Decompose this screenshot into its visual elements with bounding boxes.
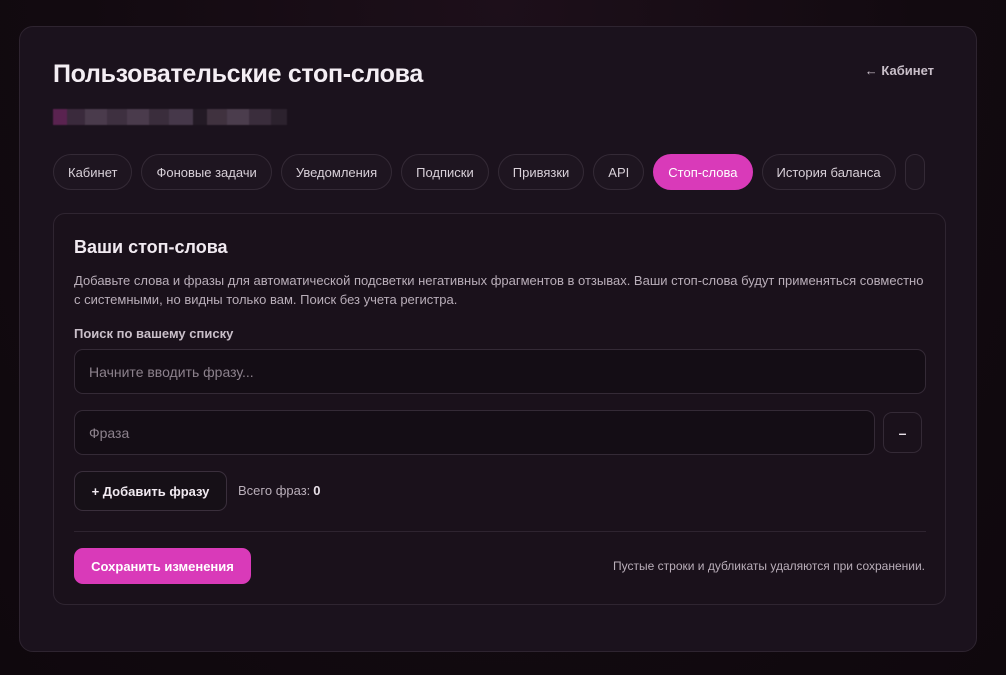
- tab-bindings[interactable]: Привязки: [497, 154, 585, 190]
- tab-notifications[interactable]: Уведомления: [280, 154, 393, 190]
- card-description: Добавьте слова и фразы для автоматическо…: [74, 273, 924, 307]
- tab-overflow[interactable]: [904, 154, 925, 190]
- back-to-cabinet-link[interactable]: ← Кабинет: [865, 63, 934, 78]
- tab-stop-words[interactable]: Стоп-слова: [653, 154, 753, 190]
- tab-subscriptions[interactable]: Подписки: [401, 154, 489, 190]
- add-phrase-button[interactable]: + Добавить фразу: [74, 471, 227, 511]
- tab-background-tasks[interactable]: Фоновые задачи: [141, 154, 272, 190]
- search-label: Поиск по вашему списку: [74, 326, 234, 341]
- tab-balance-history[interactable]: История баланса: [761, 154, 896, 190]
- phrase-input[interactable]: [74, 410, 875, 455]
- page-title: Пользовательские стоп-слова: [53, 60, 424, 88]
- card-title: Ваши стоп-слова: [74, 237, 228, 257]
- redacted-user-info: [53, 109, 311, 125]
- stop-words-card: Ваши стоп-слова Добавьте слова и фразы д…: [53, 213, 946, 605]
- page: Пользовательские стоп-слова ← Кабинет Ка…: [0, 0, 1006, 675]
- main-panel: Пользовательские стоп-слова ← Кабинет Ка…: [19, 26, 977, 652]
- save-changes-button[interactable]: Сохранить изменения: [74, 548, 251, 584]
- section-tabs: Кабинет Фоновые задачи Уведомления Подпи…: [53, 154, 945, 192]
- total-phrases-label: Всего фраз:: [238, 483, 311, 498]
- save-note: Пустые строки и дубликаты удаляются при …: [613, 559, 925, 573]
- total-phrases: Всего фраз: 0: [238, 483, 321, 498]
- divider: [74, 531, 926, 532]
- total-phrases-count: 0: [313, 483, 321, 498]
- remove-phrase-button[interactable]: –: [883, 412, 922, 453]
- search-input[interactable]: [74, 349, 926, 394]
- tab-cabinet[interactable]: Кабинет: [53, 154, 133, 190]
- tab-api[interactable]: API: [593, 154, 645, 190]
